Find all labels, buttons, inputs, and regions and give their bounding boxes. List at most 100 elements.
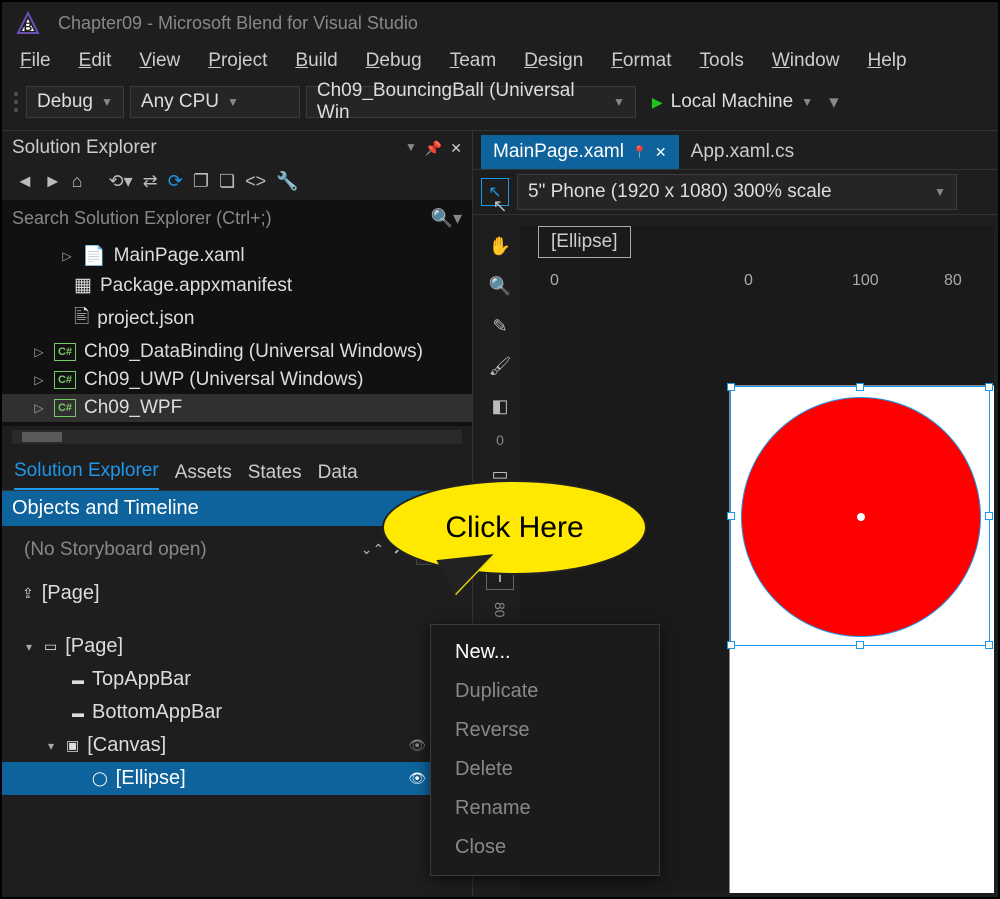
menu-team[interactable]: Team [450,50,496,72]
ctx-delete[interactable]: Delete [431,750,659,789]
ctx-duplicate[interactable]: Duplicate [431,672,659,711]
ctx-close[interactable]: Close [431,828,659,867]
tree-item-label: [Page] [65,635,123,658]
menu-format[interactable]: Format [611,50,671,72]
tree-item-projectjson[interactable]: 🖹 project.json [32,300,472,338]
expand-icon[interactable]: ▷ [32,345,46,359]
collapse-icon[interactable]: ❐ [193,171,209,192]
chevron-down-icon: ▼ [934,185,946,199]
menu-debug[interactable]: Debug [366,50,422,72]
tab-solution-explorer[interactable]: Solution Explorer [14,454,159,490]
forward-icon[interactable]: ► [44,171,62,192]
zoom-tool-icon[interactable]: 🔍 [486,272,514,300]
menu-window[interactable]: Window [772,50,840,72]
drag-handle-icon[interactable] [14,92,20,112]
obj-page[interactable]: ▾ ▭ [Page] 👁 [2,630,472,663]
tab-app-xaml-cs[interactable]: App.xaml.cs [679,135,806,169]
resize-handle-ne[interactable] [985,383,993,391]
pan-tool-icon[interactable]: ✋ [486,232,514,260]
resize-handle-sw[interactable] [727,641,735,649]
menu-file[interactable]: File [20,50,51,72]
tree-item-label: MainPage.xaml [114,245,245,267]
expand-icon[interactable]: ▷ [32,373,46,387]
storyboard-chevrons-icon[interactable]: ⌄⌃ [361,541,384,558]
menu-project[interactable]: Project [208,50,267,72]
ctx-reverse[interactable]: Reverse [431,711,659,750]
panel-options-icon[interactable]: ▼ [405,140,417,157]
tab-mainpage-xaml[interactable]: MainPage.xaml 📍 ✕ [481,135,679,169]
eyedropper-tool-icon[interactable]: ✎ [486,312,514,340]
resize-handle-n[interactable] [856,383,864,391]
home-icon[interactable]: ⌂ [72,171,83,192]
objects-title: Objects and Timeline [12,497,199,520]
solution-search[interactable]: Search Solution Explorer (Ctrl+;) 🔍▾ [2,200,472,237]
tree-item-manifest[interactable]: ▦ Package.appxmanifest [32,271,472,300]
solution-tree: ▷ 📄 MainPage.xaml ▦ Package.appxmanifest… [2,237,472,426]
code-icon[interactable]: <> [245,171,266,192]
tree-item-uwp[interactable]: ▷ C# Ch09_UWP (Universal Windows) [32,366,472,394]
tab-data[interactable]: Data [318,456,358,490]
scrollbar-thumb[interactable] [22,432,62,442]
tree-item-databinding[interactable]: ▷ C# Ch09_DataBinding (Universal Windows… [32,338,472,366]
resize-handle-e[interactable] [985,512,993,520]
gradient-tool-icon[interactable]: ◧ [486,392,514,420]
pin-icon[interactable]: 📌 [425,140,442,157]
platform-combo[interactable]: Any CPU ▼ [130,86,300,118]
tab-assets[interactable]: Assets [175,456,232,490]
menu-design[interactable]: Design [524,50,583,72]
manifest-file-icon: ▦ [74,274,92,297]
annotation-callout: Click Here [382,480,647,585]
ellipse-shape[interactable] [741,397,981,637]
ctx-rename[interactable]: Rename [431,789,659,828]
play-icon: ▶ [652,94,663,111]
resize-handle-w[interactable] [727,512,735,520]
expand-icon[interactable]: ▷ [60,249,74,263]
close-icon[interactable]: ✕ [655,144,667,161]
menu-help[interactable]: Help [867,50,906,72]
menu-view[interactable]: View [139,50,180,72]
expand-icon[interactable]: ▷ [32,401,46,415]
tree-item-label: Ch09_DataBinding (Universal Windows) [84,341,423,363]
solution-explorer-toolbar: ◄ ► ⌂ ⟲▾ ⇄ ⟳ ❐ ❏ <> 🔧 [2,165,472,200]
showall-icon[interactable]: ❏ [219,171,235,192]
bar-icon: ▬ [72,706,84,720]
menu-build[interactable]: Build [295,50,337,72]
tree-item-wpf[interactable]: ▷ C# Ch09_WPF [2,394,472,422]
back-icon[interactable]: ◄ [16,171,34,192]
resize-handle-nw[interactable] [727,383,735,391]
close-icon[interactable]: ✕ [450,140,462,157]
device-combo[interactable]: 5" Phone (1920 x 1080) 300% scale ▼ [517,174,957,210]
obj-canvas[interactable]: ▾ ▣ [Canvas] 👁 [2,729,472,762]
toolbar-overflow-icon[interactable]: ▾ [829,91,839,114]
tab-states[interactable]: States [248,456,302,490]
ruler-tick: 80 [944,272,962,290]
tree-item-mainpage-xaml[interactable]: ▷ 📄 MainPage.xaml [32,241,472,271]
resize-handle-se[interactable] [985,641,993,649]
refresh-icon[interactable]: ⟳ [168,171,183,192]
sync-icon[interactable]: ⇄ [143,171,158,192]
visibility-icon[interactable]: 👁 [408,737,426,754]
config-combo[interactable]: Debug ▼ [26,86,124,118]
pin-icon[interactable]: 📍 [632,145,647,159]
center-handle-icon[interactable] [857,513,865,521]
horizontal-scrollbar[interactable] [12,430,462,444]
properties-icon[interactable]: 🔧 [276,171,298,192]
menu-tools[interactable]: Tools [700,50,744,72]
callout-bubble: Click Here [382,480,647,575]
ctx-new[interactable]: New... [431,633,659,672]
obj-ellipse[interactable]: ◯ [Ellipse] 👁 [2,762,472,795]
history-icon[interactable]: ⟲▾ [109,171,133,192]
artboard[interactable] [730,386,994,893]
brush-tool-icon[interactable]: 🖌 [486,352,514,380]
resize-handle-s[interactable] [856,641,864,649]
pointer-tool-icon[interactable]: ↖ [486,192,514,220]
run-target-button[interactable]: ▶ Local Machine ▼ [642,86,823,118]
collapse-icon[interactable]: ▾ [44,739,58,753]
visibility-icon[interactable]: 👁 [408,770,426,787]
obj-bottomappbar[interactable]: ▬ BottomAppBar [2,696,472,729]
menu-edit[interactable]: Edit [79,50,112,72]
obj-topappbar[interactable]: ▬ TopAppBar [2,663,472,696]
collapse-icon[interactable]: ▾ [22,640,36,654]
selection-box[interactable] [730,386,990,646]
startup-combo[interactable]: Ch09_BouncingBall (Universal Win ▼ [306,86,636,118]
